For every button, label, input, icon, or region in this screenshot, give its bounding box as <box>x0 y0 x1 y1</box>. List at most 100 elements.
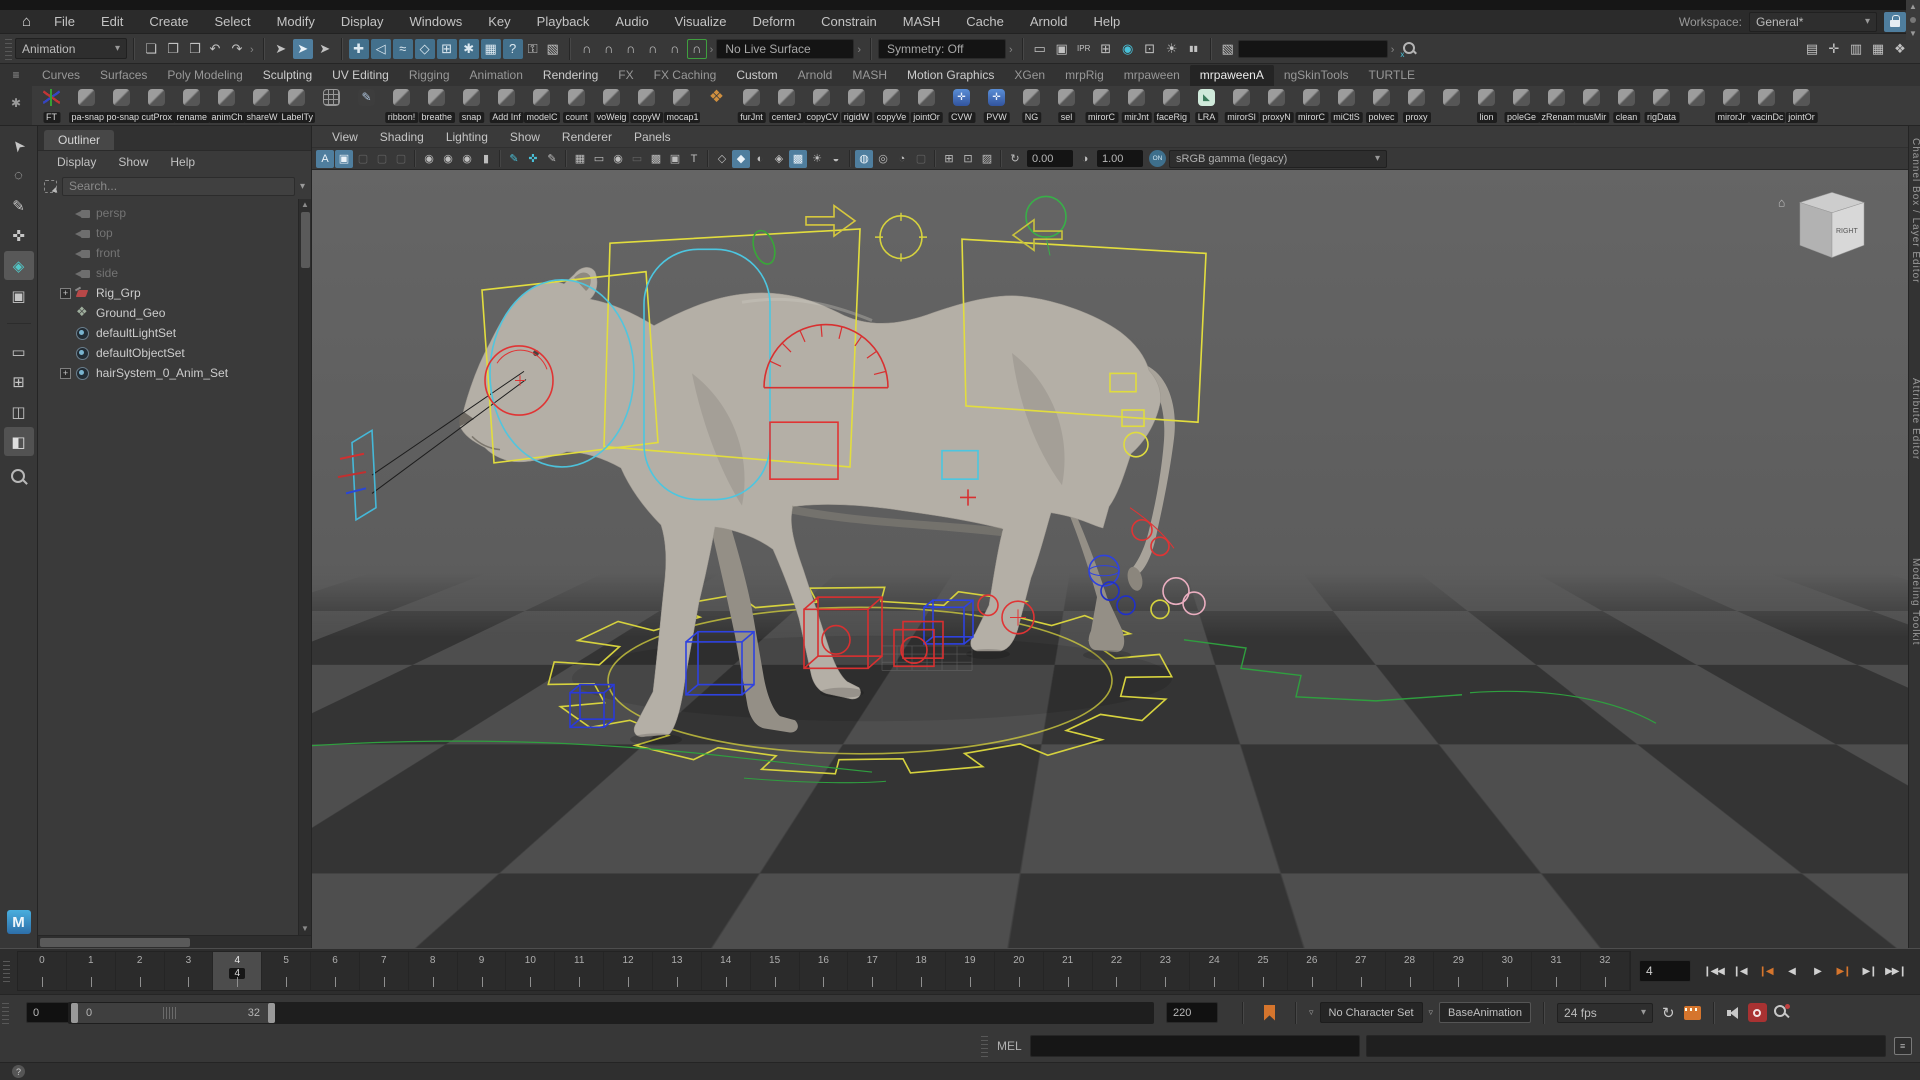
scale-tool[interactable]: ▣ <box>4 281 34 310</box>
xray-icon[interactable]: ⊡ <box>959 150 977 168</box>
move-tool[interactable]: ✜ <box>4 221 34 250</box>
character-set-dropdown[interactable]: No Character Set <box>1320 1002 1423 1023</box>
shelf-button[interactable] <box>1679 86 1714 124</box>
shelf-tab[interactable]: UV Editing <box>322 65 399 86</box>
outliner-vscrollbar[interactable]: ▲ ▼ <box>298 199 311 935</box>
outliner-item[interactable]: + side <box>38 263 298 283</box>
marker-icon[interactable]: ▮ <box>477 150 495 168</box>
attribute-editor-icon[interactable]: ▥ <box>1846 39 1866 59</box>
shelf-button[interactable]: voWeig <box>594 86 629 124</box>
pencil-icon[interactable]: ✎ <box>505 150 523 168</box>
step-forward-key-button[interactable]: ▶❙ <box>1831 959 1856 983</box>
frame-cell[interactable]: 12 12 <box>604 952 653 990</box>
animation-preferences-icon[interactable] <box>1773 1004 1790 1021</box>
highlight-selection-icon[interactable]: ▧ <box>543 39 563 59</box>
shelf-button[interactable]: mirorSl <box>1224 86 1259 124</box>
shelf-button[interactable]: proxy <box>1399 86 1434 124</box>
go-to-end-button[interactable]: ▶▶❙ <box>1883 959 1908 983</box>
save-scene-icon[interactable]: ❒ <box>185 39 205 59</box>
camera-lock-icon[interactable]: ▣ <box>335 150 353 168</box>
wireframe-on-shaded-icon[interactable]: ▩ <box>789 150 807 168</box>
outliner-item[interactable]: + hairSystem_0_Anim_Set <box>38 363 298 383</box>
paint-select-tool[interactable]: ✎ <box>4 191 34 220</box>
go-to-start-button[interactable]: ❙◀◀ <box>1701 959 1726 983</box>
collapse-arrow-icon[interactable] <box>707 42 717 56</box>
frame-cell[interactable]: 31 31 <box>1532 952 1581 990</box>
shelf-button[interactable]: mirorJr <box>1714 86 1749 124</box>
outliner-menu-item[interactable]: Show <box>109 155 157 169</box>
open-scene-icon[interactable]: ❐ <box>163 39 183 59</box>
frame-cell[interactable]: 22 22 <box>1093 952 1142 990</box>
range-grip[interactable] <box>163 1007 177 1019</box>
collapse-arrow-icon[interactable] <box>1006 42 1016 56</box>
shelf-tab[interactable]: Curves <box>32 65 90 86</box>
magnet-viewplane-icon[interactable]: ∩ <box>665 39 685 59</box>
render-sequence-icon[interactable]: ⊞ <box>1096 39 1116 59</box>
shelf-scrollbar[interactable]: ▲ ▼ <box>1906 0 1920 40</box>
viewport-menu-item[interactable]: Renderer <box>552 130 622 144</box>
selection-mask-icon[interactable]: ▧ <box>1218 39 1238 59</box>
shelf-tab[interactable]: Rendering <box>533 65 608 86</box>
shelf-tab[interactable]: Arnold <box>788 65 843 86</box>
play-forwards-button[interactable]: ▶ <box>1805 959 1830 983</box>
outliner-item[interactable]: + front <box>38 243 298 263</box>
outliner-item[interactable]: + persp <box>38 203 298 223</box>
shelf-button[interactable]: LabelTy <box>279 86 314 124</box>
outliner-item[interactable]: + Ground_Geo <box>38 303 298 323</box>
wireframe-icon[interactable]: ◇ <box>713 150 731 168</box>
snap-curve-icon[interactable]: ◁ <box>371 39 391 59</box>
outliner-menu-item[interactable]: Help <box>161 155 204 169</box>
lights-icon[interactable]: ☀ <box>808 150 826 168</box>
outliner-hscrollbar[interactable] <box>38 935 311 948</box>
outliner-tab[interactable]: Outliner <box>44 130 114 150</box>
shelf-tab[interactable]: mrpaweenA <box>1190 65 1274 86</box>
workspace-lock-button[interactable] <box>1884 12 1906 32</box>
shelf-button[interactable]: rename <box>174 86 209 124</box>
outliner-item[interactable]: + top <box>38 223 298 243</box>
fps-dropdown[interactable]: 24 fps <box>1557 1003 1653 1023</box>
shelf-button[interactable]: count <box>559 86 594 124</box>
menu-item[interactable]: Display <box>328 10 397 33</box>
attribute-editor-tab[interactable]: Attribute Editor <box>1910 378 1920 460</box>
render-settings-icon[interactable]: ⊡ <box>1140 39 1160 59</box>
undo-icon[interactable]: ↶ <box>205 39 225 59</box>
gate-mask-icon[interactable]: ▭ <box>628 150 646 168</box>
shelf-tab[interactable]: mrpRig <box>1055 65 1114 86</box>
shelf-button[interactable]: faceRig <box>1154 86 1189 124</box>
filter-icon[interactable] <box>44 180 57 193</box>
shelf-menu-icon[interactable]: ≡ <box>12 68 19 82</box>
magnet-live-icon[interactable]: ∩ <box>687 39 707 59</box>
scroll-thumb[interactable] <box>40 938 190 947</box>
frame-cell[interactable]: 23 23 <box>1141 952 1190 990</box>
shelf-button[interactable] <box>699 86 734 124</box>
drag-grip[interactable] <box>5 38 12 60</box>
scroll-up-icon[interactable]: ▲ <box>1909 2 1917 11</box>
chevron-down-icon[interactable]: ▿ <box>1429 1007 1434 1018</box>
playback-loop-icon[interactable]: ↻ <box>1659 1004 1678 1022</box>
film-gate-icon[interactable]: ▭ <box>590 150 608 168</box>
shelf-button[interactable]: poleGe <box>1504 86 1539 124</box>
shelf-tab[interactable]: MASH <box>842 65 897 86</box>
frame-cell[interactable]: 21 21 <box>1044 952 1093 990</box>
search-input[interactable] <box>62 177 295 196</box>
shelf-tab[interactable]: FX <box>608 65 643 86</box>
shelf-button[interactable]: LRA <box>1189 86 1224 124</box>
frame-cell[interactable]: 11 11 <box>555 952 604 990</box>
step-back-key-button[interactable]: ❙◀ <box>1753 959 1778 983</box>
safe-title-icon[interactable]: T <box>685 150 703 168</box>
resolution-gate-icon[interactable]: ◉ <box>609 150 627 168</box>
shelf-button[interactable]: Add Inf <box>489 86 524 124</box>
range-slider-track[interactable]: 0 32 <box>68 1002 1154 1024</box>
camera-select-icon[interactable]: A <box>316 150 334 168</box>
shelf-tab[interactable]: Poly Modeling <box>157 65 252 86</box>
gamma-field[interactable]: 1.00 <box>1097 150 1143 167</box>
shelf-button[interactable]: lion <box>1469 86 1504 124</box>
shelf-button[interactable]: cutProx <box>139 86 174 124</box>
shelf-button[interactable]: miCtlS <box>1329 86 1364 124</box>
menu-item[interactable]: Key <box>475 10 523 33</box>
shelf-button[interactable]: CVW <box>944 86 979 124</box>
shelf-button[interactable]: jointOr <box>909 86 944 124</box>
exposure-icon[interactable]: ↻ <box>1006 150 1024 168</box>
magnet-grid-icon[interactable]: ∩ <box>577 39 597 59</box>
shelf-button[interactable]: mirorC <box>1084 86 1119 124</box>
